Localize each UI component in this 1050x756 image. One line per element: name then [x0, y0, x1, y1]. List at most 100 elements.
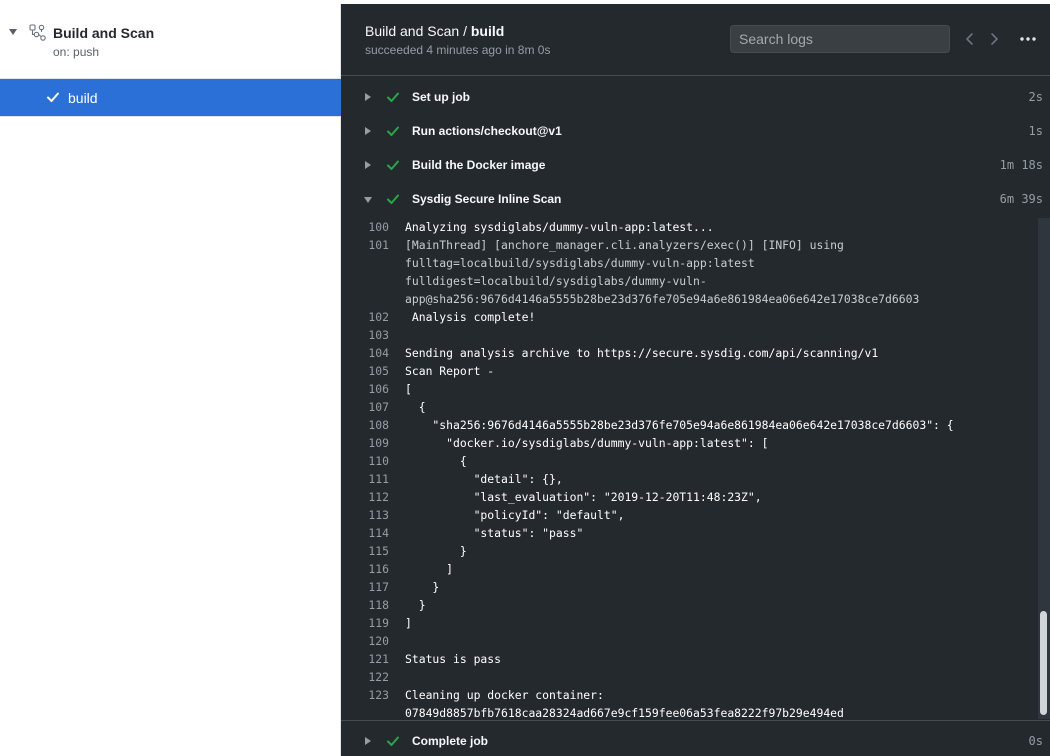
log-line: 113 "policyId": "default", [341, 506, 1039, 524]
log-line-number[interactable]: 110 [341, 452, 405, 470]
log-line-text: Cleaning up docker container: [405, 688, 604, 702]
log-line-text: "last_evaluation": "2019-12-20T11:48:23Z… [405, 490, 762, 504]
search-logs-input[interactable] [730, 25, 950, 53]
log-line-number[interactable] [341, 272, 405, 290]
log-line: 109 "docker.io/sysdiglabs/dummy-vuln-app… [341, 434, 1039, 452]
workflow-header[interactable]: Build and Scan on: push [0, 14, 341, 74]
log-line-text: Analysis complete! [405, 310, 536, 324]
log-line-text: "status": "pass" [405, 526, 584, 540]
step-name: Set up job [412, 90, 470, 104]
log-line-number[interactable]: 121 [341, 650, 405, 668]
log-line-number[interactable]: 113 [341, 506, 405, 524]
divider [0, 116, 341, 117]
step-duration: 6m 39s [999, 192, 1043, 206]
log-line: 122 [341, 668, 1039, 686]
log-line-text: ] [405, 562, 454, 576]
log-line-number[interactable]: 111 [341, 470, 405, 488]
log-line-text: fulltag=localbuild/sysdiglabs/dummy-vuln… [405, 256, 755, 270]
log-line: 119] [341, 614, 1039, 632]
log-line-number[interactable] [341, 704, 405, 719]
log-line: 108 "sha256:9676d4146a5555b28be23d376fe7… [341, 416, 1039, 434]
log-line-number[interactable]: 117 [341, 578, 405, 596]
workflow-graph-icon [29, 24, 46, 41]
log-line-number[interactable] [341, 254, 405, 272]
log-line: 105 Scan Report - [341, 362, 1039, 380]
log-line-number[interactable]: 109 [341, 434, 405, 452]
expand-caret-icon[interactable] [365, 737, 371, 745]
log-line: 117 } [341, 578, 1039, 596]
step-sysdig-inline-scan[interactable]: Sysdig Secure Inline Scan 6m 39s [341, 182, 1050, 216]
log-line-number[interactable]: 107 [341, 398, 405, 416]
collapse-caret-icon[interactable] [9, 29, 17, 35]
log-line-number[interactable]: 122 [341, 668, 405, 686]
log-line: 110 { [341, 452, 1039, 470]
log-line-number[interactable]: 118 [341, 596, 405, 614]
step-duration: 1s [1028, 124, 1043, 138]
log-line-text [405, 632, 1039, 650]
log-line-number[interactable] [341, 290, 405, 308]
log-line-number[interactable]: 101 [341, 236, 405, 254]
log-line-text: { [405, 400, 426, 414]
run-status: succeeded 4 minutes ago in 8m 0s [365, 43, 551, 57]
log-panel: Build and Scan / build succeeded 4 minut… [341, 4, 1050, 756]
log-line: 111 "detail": {}, [341, 470, 1039, 488]
log-line-text: "docker.io/sysdiglabs/dummy-vuln-app:lat… [405, 436, 769, 450]
check-icon [47, 92, 59, 102]
log-line-number[interactable]: 115 [341, 542, 405, 560]
log-line-number[interactable]: 123 [341, 686, 405, 704]
log-line-text: Sending analysis archive to https://secu… [405, 346, 879, 360]
log-line-number[interactable]: 104 [341, 344, 405, 362]
workflow-trigger: on: push [53, 45, 100, 59]
log-line-text: } [405, 598, 426, 612]
log-line-number[interactable]: 120 [341, 632, 405, 650]
log-line: 106[ [341, 380, 1039, 398]
expand-caret-icon[interactable] [365, 93, 371, 101]
collapse-caret-icon[interactable] [364, 197, 372, 203]
log-line-text: Analyzing sysdiglabs/dummy-vuln-app:late… [405, 220, 714, 234]
log-line: 07849d8857bfb7618caa28324ad667e9cf159fee… [341, 704, 1039, 719]
chevron-left-icon[interactable] [961, 30, 979, 48]
step-complete-job[interactable]: Complete job 0s [341, 724, 1050, 756]
check-icon [387, 126, 399, 136]
step-build-docker-image[interactable]: Build the Docker image 1m 18s [341, 148, 1050, 182]
step-run-checkout[interactable]: Run actions/checkout@v1 1s [341, 114, 1050, 148]
log-line-text [405, 326, 1039, 344]
log-line: 107 { [341, 398, 1039, 416]
log-line: 120 [341, 632, 1039, 650]
log-line-number[interactable]: 106 [341, 380, 405, 398]
log-line-text: Scan Report - [405, 364, 495, 378]
log-line-text: [ [405, 382, 412, 396]
log-line-number[interactable]: 114 [341, 524, 405, 542]
log-line-number[interactable]: 112 [341, 488, 405, 506]
divider [341, 720, 1050, 721]
chevron-right-icon[interactable] [985, 30, 1003, 48]
log-line-number[interactable]: 108 [341, 416, 405, 434]
step-duration: 2s [1028, 90, 1043, 104]
log-line: fulltag=localbuild/sysdiglabs/dummy-vuln… [341, 254, 1039, 272]
expand-caret-icon[interactable] [365, 127, 371, 135]
log-line-number[interactable]: 119 [341, 614, 405, 632]
log-line: 103 [341, 326, 1039, 344]
log-line-number[interactable]: 102 [341, 308, 405, 326]
log-line: 102 Analysis complete! [341, 308, 1039, 326]
kebab-horizontal-icon[interactable] [1018, 30, 1038, 48]
step-set-up-job[interactable]: Set up job 2s [341, 80, 1050, 114]
log-line-number[interactable]: 103 [341, 326, 405, 344]
log-line-text: } [405, 544, 467, 558]
scrollbar-thumb[interactable] [1040, 611, 1047, 715]
log-line: 115 } [341, 542, 1039, 560]
log-line: 101 [MainThread] [anchore_manager.cli.ana… [341, 236, 1039, 254]
log-line: fulldigest=localbuild/sysdiglabs/dummy-v… [341, 272, 1039, 290]
step-name: Complete job [412, 734, 489, 748]
expand-caret-icon[interactable] [365, 161, 371, 169]
log-line-number[interactable]: 116 [341, 560, 405, 578]
sidebar-item-label: build [68, 90, 98, 106]
log-line: 118 } [341, 596, 1039, 614]
log-output[interactable]: 100 Analyzing sysdiglabs/dummy-vuln-app:l… [341, 218, 1039, 719]
log-line-number[interactable]: 105 [341, 362, 405, 380]
sidebar-item-build[interactable]: build [0, 79, 341, 116]
log-line: 121 Status is pass [341, 650, 1039, 668]
log-line-number[interactable]: 100 [341, 218, 405, 236]
log-line-text: } [405, 580, 440, 594]
log-line-text: ] [405, 616, 412, 630]
